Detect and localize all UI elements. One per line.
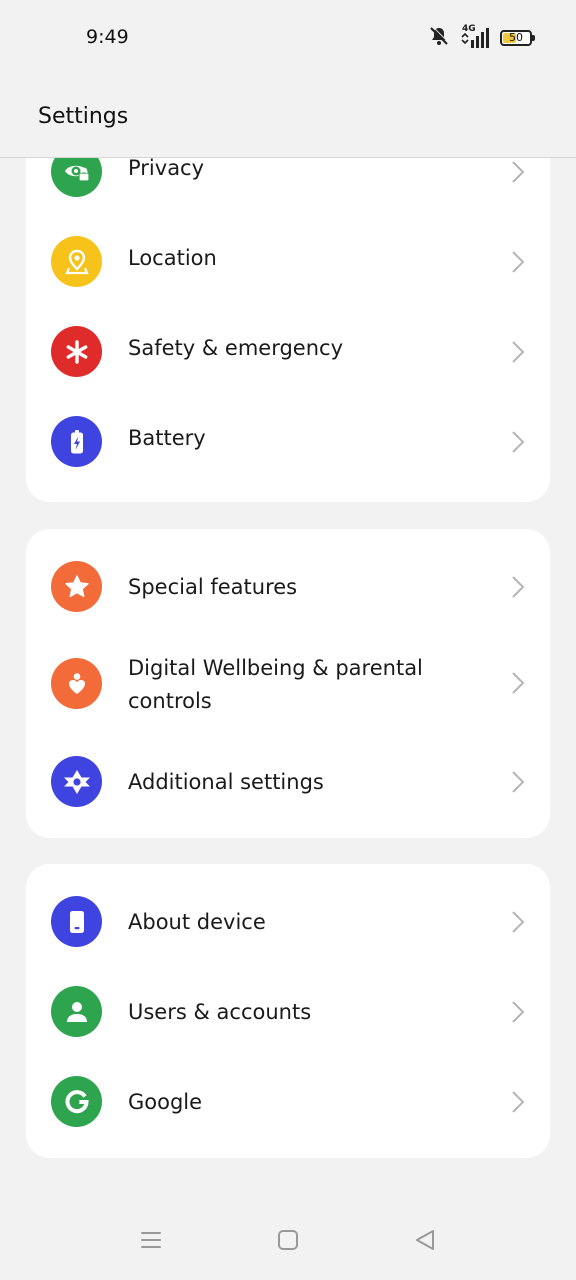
google-g-icon — [51, 1076, 102, 1127]
battery-icon: 50 — [500, 30, 535, 46]
chevron-right-icon — [510, 250, 526, 274]
mute-bell-icon — [428, 25, 450, 51]
status-time: 9:49 — [86, 26, 129, 48]
navigation-bar — [0, 1198, 576, 1280]
settings-item-label: Location — [128, 246, 217, 270]
settings-item-label: Privacy — [128, 158, 205, 180]
network-type: 4G — [462, 24, 476, 34]
chevron-right-icon — [510, 575, 526, 599]
settings-item-location[interactable]: Location — [26, 218, 550, 306]
header: Settings — [0, 78, 576, 158]
heart-person-icon — [51, 658, 102, 709]
settings-group-2: Special features Digital Wellbeing & par… — [26, 529, 550, 838]
asterisk-icon — [51, 326, 102, 377]
home-square-icon[interactable] — [274, 1226, 302, 1254]
page-title: Settings — [38, 104, 129, 129]
settings-item-label: Users & accounts — [128, 1000, 312, 1024]
star-of-david-gear-icon — [51, 756, 102, 807]
settings-item-label: Google — [128, 1090, 203, 1114]
settings-item-about-device[interactable]: About device — [26, 879, 550, 967]
signal-icon: 4G — [460, 24, 490, 48]
settings-item-privacy[interactable]: Privacy — [26, 158, 550, 216]
chevron-right-icon — [510, 1000, 526, 1024]
settings-group-1: Privacy Location Safety & emergency Batt… — [26, 158, 550, 502]
settings-item-label: Safety & emergency — [128, 336, 343, 360]
chevron-right-icon — [510, 160, 526, 184]
chevron-right-icon — [510, 671, 526, 695]
settings-item-label: Special features — [128, 575, 298, 599]
settings-group-3: About device Users & accounts Google — [26, 864, 550, 1158]
settings-item-additional-settings[interactable]: Additional settings — [26, 739, 550, 827]
chevron-right-icon — [510, 340, 526, 364]
settings-item-label: About device — [128, 910, 266, 934]
location-pin-icon — [51, 236, 102, 287]
status-icons: 4G 50 — [428, 24, 535, 51]
chevron-right-icon — [510, 910, 526, 934]
settings-item-battery[interactable]: Battery — [26, 398, 550, 486]
chevron-right-icon — [510, 430, 526, 454]
settings-item-label: Digital Wellbeing & parental controls — [128, 656, 423, 713]
settings-item-google[interactable]: Google — [26, 1059, 550, 1147]
battery-level: 50 — [509, 31, 523, 44]
settings-item-special-features[interactable]: Special features — [26, 544, 550, 632]
settings-item-digital-wellbeing[interactable]: Digital Wellbeing & parental controls — [26, 641, 550, 747]
privacy-eye-icon — [51, 158, 102, 197]
settings-list[interactable]: Privacy Location Safety & emergency Batt… — [0, 158, 576, 1198]
phone-device-icon — [51, 896, 102, 947]
settings-item-label: Additional settings — [128, 770, 324, 794]
chevron-right-icon — [510, 1090, 526, 1114]
chevron-right-icon — [510, 770, 526, 794]
settings-item-safety[interactable]: Safety & emergency — [26, 308, 550, 396]
settings-item-users-accounts[interactable]: Users & accounts — [26, 969, 550, 1057]
star-icon — [51, 561, 102, 612]
status-bar: 9:49 4G 50 — [0, 0, 576, 78]
menu-icon[interactable] — [137, 1226, 165, 1254]
battery-bolt-icon — [51, 416, 102, 467]
settings-item-label: Battery — [128, 426, 206, 450]
user-icon — [51, 986, 102, 1037]
back-triangle-icon[interactable] — [411, 1226, 439, 1254]
